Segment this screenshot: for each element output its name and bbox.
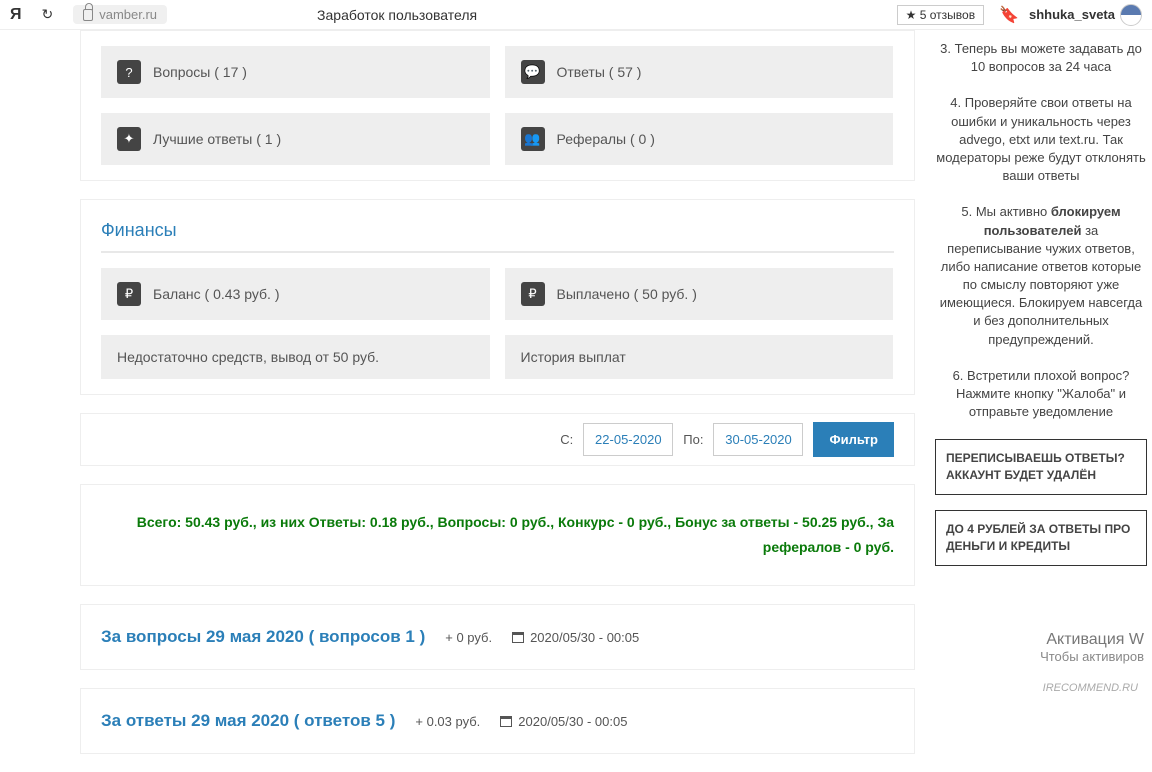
calendar-icon xyxy=(500,716,512,727)
main-content: ? Вопросы ( 17 ) 💬 Ответы ( 57 ) ✦ Лучши… xyxy=(0,30,930,772)
entry-title[interactable]: За ответы 29 мая 2020 ( ответов 5 ) xyxy=(101,711,395,731)
windows-activation: Активация W Чтобы активиров xyxy=(1040,631,1144,664)
sidebar-tip: 4. Проверяйте свои ответы на ошибки и ун… xyxy=(935,94,1147,185)
calendar-icon xyxy=(512,632,524,643)
username-label[interactable]: shhuka_sveta xyxy=(1029,7,1115,22)
stat-paid[interactable]: ₽ Выплачено ( 50 руб. ) xyxy=(505,268,894,320)
sidebar-tip: 3. Теперь вы можете задавать до 10 вопро… xyxy=(935,40,1147,76)
ruble-icon: ₽ xyxy=(521,282,545,306)
finance-card: Финансы ₽ Баланс ( 0.43 руб. ) ₽ Выплаче… xyxy=(80,199,915,395)
entry-row[interactable]: За ответы 29 мая 2020 ( ответов 5 ) + 0.… xyxy=(80,688,915,754)
ruble-icon: ₽ xyxy=(117,282,141,306)
stat-balance[interactable]: ₽ Баланс ( 0.43 руб. ) xyxy=(101,268,490,320)
avatar[interactable] xyxy=(1120,4,1142,26)
yandex-logo[interactable]: Я xyxy=(10,6,22,24)
stat-referrals[interactable]: 👥 Рефералы ( 0 ) xyxy=(505,113,894,165)
entry-amount: + 0.03 руб. xyxy=(415,714,480,729)
stat-questions[interactable]: ? Вопросы ( 17 ) xyxy=(101,46,490,98)
summary-text: Всего: 50.43 руб., из них Ответы: 0.18 р… xyxy=(101,510,894,560)
finance-heading: Финансы xyxy=(101,215,894,253)
address-bar[interactable]: vamber.ru xyxy=(73,5,167,24)
bookmark-icon[interactable]: 🔖 xyxy=(999,5,1019,25)
stats-card: ? Вопросы ( 17 ) 💬 Ответы ( 57 ) ✦ Лучши… xyxy=(80,30,915,181)
sidebar-tip: 5. Мы активно блокируем пользователей за… xyxy=(935,203,1147,349)
question-icon: ? xyxy=(117,60,141,84)
entry-date: 2020/05/30 - 00:05 xyxy=(500,714,627,729)
filter-button[interactable]: Фильтр xyxy=(813,422,894,457)
watermark: IRECOMMEND.RU xyxy=(1037,680,1144,696)
date-from-input[interactable] xyxy=(583,423,673,456)
browser-toolbar: Я ↻ vamber.ru Заработок пользователя ★ 5… xyxy=(0,0,1152,30)
promo-banner[interactable]: ДО 4 РУБЛЕЙ ЗА ОТВЕТЫ ПРО ДЕНЬГИ И КРЕДИ… xyxy=(935,510,1147,566)
reviews-badge[interactable]: ★ 5 отзывов xyxy=(897,5,984,25)
filter-bar: С: По: Фильтр xyxy=(80,413,915,466)
lock-icon xyxy=(83,9,93,21)
users-icon: 👥 xyxy=(521,127,545,151)
from-label: С: xyxy=(560,432,573,447)
entry-date: 2020/05/30 - 00:05 xyxy=(512,630,639,645)
chat-icon: 💬 xyxy=(521,60,545,84)
entry-amount: + 0 руб. xyxy=(445,630,492,645)
warning-banner[interactable]: ПЕРЕПИСЫВАЕШЬ ОТВЕТЫ? АККАУНТ БУДЕТ УДАЛ… xyxy=(935,439,1147,495)
entry-row[interactable]: За вопросы 29 мая 2020 ( вопросов 1 ) + … xyxy=(80,604,915,670)
stat-best-answers[interactable]: ✦ Лучшие ответы ( 1 ) xyxy=(101,113,490,165)
entry-title[interactable]: За вопросы 29 мая 2020 ( вопросов 1 ) xyxy=(101,627,425,647)
summary-card: Всего: 50.43 руб., из них Ответы: 0.18 р… xyxy=(80,484,915,586)
url-text: vamber.ru xyxy=(99,7,157,22)
stat-history[interactable]: История выплат xyxy=(505,335,894,379)
stat-insufficient: Недостаточно средств, вывод от 50 руб. xyxy=(101,335,490,379)
reload-icon[interactable]: ↻ xyxy=(42,6,54,23)
stat-answers[interactable]: 💬 Ответы ( 57 ) xyxy=(505,46,894,98)
date-to-input[interactable] xyxy=(713,423,803,456)
sidebar-tip: 6. Встретили плохой вопрос? Нажмите кноп… xyxy=(935,367,1147,422)
puzzle-icon: ✦ xyxy=(117,127,141,151)
page-title: Заработок пользователя xyxy=(317,7,897,23)
to-label: По: xyxy=(683,432,703,447)
